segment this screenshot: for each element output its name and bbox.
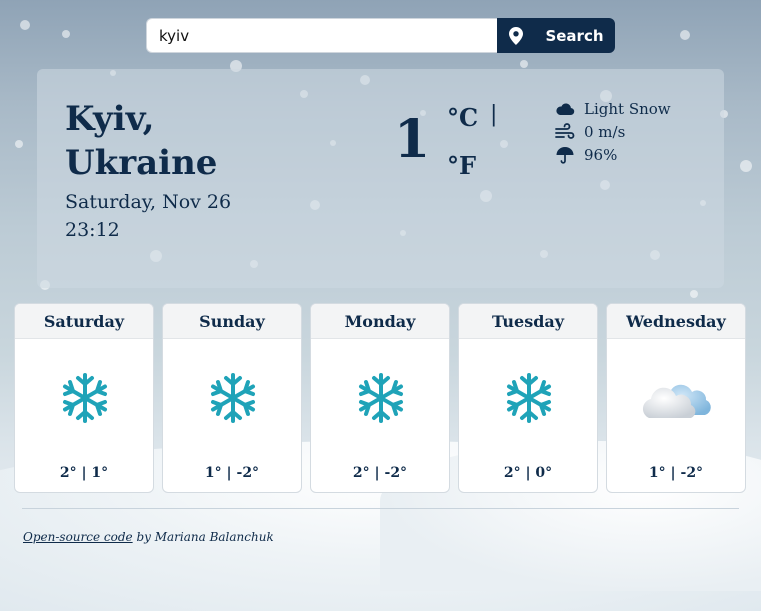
search-button[interactable]: Search — [534, 18, 615, 53]
forecast-temps: 2° | 1° — [59, 465, 109, 481]
forecast-temps: 2° | 0° — [503, 465, 553, 481]
forecast-temps: 1° | -2° — [204, 465, 260, 481]
snowflake-particle — [15, 140, 23, 148]
snowflake-particle — [62, 30, 70, 38]
wind-icon — [555, 122, 575, 139]
snowflake-icon — [355, 372, 407, 424]
forecast-card: Wednesday 1° | -2° — [606, 303, 746, 493]
condition-row: Light Snow — [555, 97, 671, 120]
cloudy-icon — [639, 370, 715, 422]
wind-row: 0 m/s — [555, 120, 671, 143]
current-date: Saturday, Nov 26 — [65, 191, 232, 213]
celsius-link[interactable]: °C — [447, 103, 478, 132]
snowflake-particle — [20, 20, 30, 30]
forecast-temps: 1° | -2° — [648, 465, 704, 481]
forecast-day: Saturday — [15, 304, 153, 339]
condition-text: Light Snow — [584, 99, 671, 118]
current-time: 23:12 — [65, 219, 120, 241]
snowflake-particle — [680, 30, 690, 40]
forecast-card: Monday 2° | -2° — [310, 303, 450, 493]
forecast-card: Tuesday 2° | 0° — [458, 303, 598, 493]
wind-text: 0 m/s — [584, 122, 626, 141]
snowflake-particle — [520, 60, 528, 68]
snowflake-particle — [740, 160, 752, 172]
forecast-card: Sunday 1° | -2° — [162, 303, 302, 493]
weather-details: Light Snow 0 m/s 96% — [555, 97, 671, 166]
forecast-temps: 2° | -2° — [352, 465, 408, 481]
snowflake-particle — [690, 290, 698, 298]
cloud-icon — [556, 102, 575, 115]
snowflake-icon — [59, 372, 111, 424]
search-form: Search — [146, 18, 615, 53]
source-code-link[interactable]: Open-source code — [23, 530, 133, 544]
author-credit: by Mariana Balanchuk — [132, 530, 274, 544]
forecast-list: Saturday 2° | 1° Sunday 1° | -2° Monday … — [14, 303, 746, 493]
search-input[interactable] — [146, 18, 497, 53]
humidity-row: 96% — [555, 143, 671, 166]
snowflake-icon — [503, 372, 555, 424]
current-location-button[interactable] — [497, 18, 534, 53]
current-weather-panel: Kyiv, Ukraine Saturday, Nov 26 23:12 1 °… — [37, 69, 724, 288]
fahrenheit-link[interactable]: °F — [447, 151, 476, 180]
forecast-day: Tuesday — [459, 304, 597, 339]
forecast-day: Sunday — [163, 304, 301, 339]
forecast-card: Saturday 2° | 1° — [14, 303, 154, 493]
umbrella-icon — [556, 146, 574, 164]
forecast-day: Wednesday — [607, 304, 745, 339]
footer: Open-source code by Mariana Balanchuk — [23, 530, 274, 544]
forecast-day: Monday — [311, 304, 449, 339]
humidity-text: 96% — [584, 145, 618, 164]
footer-divider — [22, 508, 739, 509]
unit-separator: | — [490, 102, 498, 127]
location-pin-icon — [508, 26, 523, 45]
snowflake-icon — [207, 372, 259, 424]
city-name: Kyiv, Ukraine — [65, 99, 218, 183]
current-temperature: 1 — [394, 109, 431, 170]
